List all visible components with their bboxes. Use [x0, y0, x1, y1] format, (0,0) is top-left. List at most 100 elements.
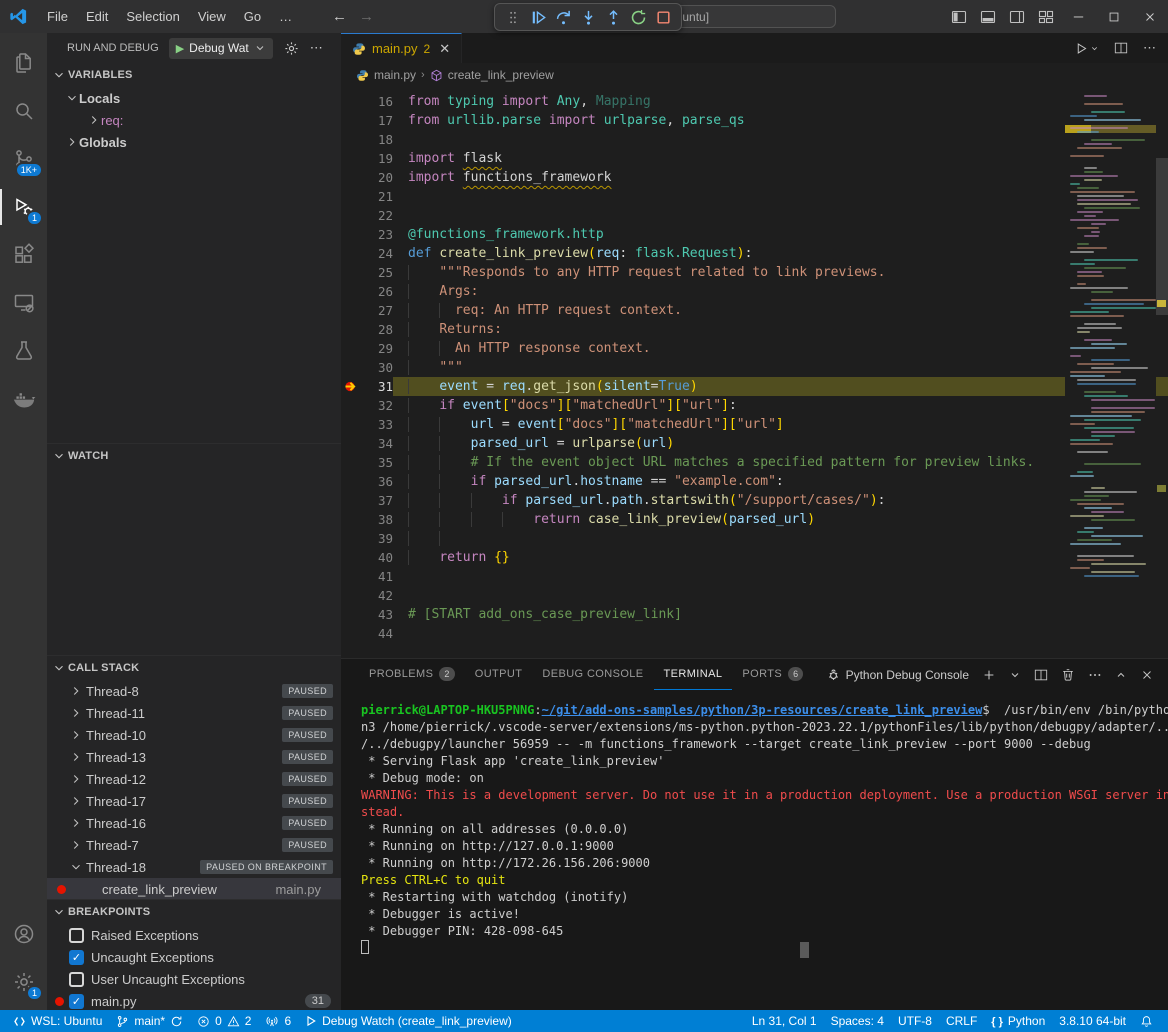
- activity-extensions[interactable]: [0, 231, 47, 279]
- gutter-margin[interactable]: [341, 149, 363, 168]
- gutter-margin[interactable]: [341, 168, 363, 187]
- gutter-margin[interactable]: [341, 605, 363, 624]
- line-number[interactable]: 30: [363, 358, 393, 377]
- line-number[interactable]: 31: [363, 377, 393, 396]
- breakpoint-row[interactable]: ✓main.py31: [47, 990, 341, 1010]
- gutter-margin[interactable]: [341, 548, 363, 567]
- split-icon[interactable]: [1034, 668, 1048, 682]
- editor-scrollbar[interactable]: [1156, 87, 1168, 658]
- step-over-icon[interactable]: [552, 6, 574, 28]
- variables-section-header[interactable]: VARIABLES: [47, 63, 341, 87]
- line-number[interactable]: 28: [363, 320, 393, 339]
- code-line[interactable]: 26 Args:: [341, 282, 1168, 301]
- thread-row[interactable]: Thread-17PAUSED: [47, 790, 341, 812]
- panel-left-toggle-icon[interactable]: [944, 0, 973, 33]
- line-number[interactable]: 25: [363, 263, 393, 282]
- minimap[interactable]: [1065, 87, 1156, 658]
- code-line[interactable]: 16from typing import Any, Mapping: [341, 92, 1168, 111]
- code-line[interactable]: 21: [341, 187, 1168, 206]
- panel-bottom-toggle-icon[interactable]: [973, 0, 1002, 33]
- minimize-window-icon[interactable]: [1060, 0, 1096, 33]
- code-line[interactable]: 25 """Responds to any HTTP request relat…: [341, 263, 1168, 282]
- breakpoints-section-header[interactable]: BREAKPOINTS: [47, 900, 341, 924]
- thread-row[interactable]: Thread-18PAUSED ON BREAKPOINT: [47, 856, 341, 878]
- watch-section-header[interactable]: WATCH: [47, 444, 341, 468]
- gutter-margin[interactable]: [341, 472, 363, 491]
- close-icon[interactable]: [1140, 668, 1154, 682]
- code-line[interactable]: 29 An HTTP response context.: [341, 339, 1168, 358]
- line-number[interactable]: 19: [363, 149, 393, 168]
- gutter-margin[interactable]: [341, 320, 363, 339]
- code-line[interactable]: 22: [341, 206, 1168, 225]
- code-line[interactable]: 28 Returns:: [341, 320, 1168, 339]
- layout-toggle-icon[interactable]: [1031, 0, 1060, 33]
- split-editor-icon[interactable]: [1114, 41, 1128, 55]
- line-number[interactable]: 41: [363, 567, 393, 586]
- chevron-up-icon[interactable]: [1115, 669, 1127, 681]
- code-line[interactable]: 32 if event["docs"]["matchedUrl"]["url"]…: [341, 396, 1168, 415]
- gutter-margin[interactable]: [341, 358, 363, 377]
- status-item-braces[interactable]: { }Python: [984, 1010, 1052, 1032]
- thread-row[interactable]: Thread-11PAUSED: [47, 702, 341, 724]
- gutter-margin[interactable]: [341, 92, 363, 111]
- chevron-down-icon[interactable]: [1009, 669, 1021, 681]
- gutter-margin[interactable]: [341, 263, 363, 282]
- more-icon[interactable]: [1088, 668, 1102, 682]
- variables-row[interactable]: req:: [47, 109, 341, 131]
- menu-more[interactable]: …: [270, 0, 301, 33]
- thread-row[interactable]: Thread-10PAUSED: [47, 724, 341, 746]
- gutter-margin[interactable]: [341, 339, 363, 358]
- status-item-bell[interactable]: [1133, 1010, 1160, 1032]
- activity-search[interactable]: [0, 87, 47, 135]
- line-number[interactable]: 32: [363, 396, 393, 415]
- gear-icon[interactable]: [284, 41, 299, 56]
- line-number[interactable]: 40: [363, 548, 393, 567]
- gutter-margin[interactable]: [341, 529, 363, 548]
- breakpoint-row[interactable]: Raised Exceptions: [47, 924, 341, 946]
- code-line[interactable]: 31 event = req.get_json(silent=True): [341, 377, 1168, 396]
- breakpoint-row[interactable]: ✓Uncaught Exceptions: [47, 946, 341, 968]
- activity-settings[interactable]: 1: [0, 958, 47, 1006]
- code-line[interactable]: 40 return {}: [341, 548, 1168, 567]
- line-number[interactable]: 20: [363, 168, 393, 187]
- status-item[interactable]: 3.8.10 64-bit: [1052, 1010, 1133, 1032]
- line-number[interactable]: 23: [363, 225, 393, 244]
- terminal-session[interactable]: Python Debug Console: [826, 667, 969, 682]
- close-window-icon[interactable]: [1132, 0, 1168, 33]
- add-icon[interactable]: [982, 668, 996, 682]
- activity-remote-explorer[interactable]: [0, 279, 47, 327]
- gutter-margin[interactable]: [341, 415, 363, 434]
- breakpoint-checkbox[interactable]: ✓: [69, 950, 84, 965]
- breakpoint-checkbox[interactable]: [69, 972, 84, 987]
- thread-row[interactable]: Thread-7PAUSED: [47, 834, 341, 856]
- start-debug-icon[interactable]: ▶: [176, 42, 184, 55]
- activity-explorer[interactable]: [0, 39, 47, 87]
- line-number[interactable]: 44: [363, 624, 393, 643]
- code-line[interactable]: 17from urllib.parse import urlparse, par…: [341, 111, 1168, 130]
- breadcrumb-symbol[interactable]: create_link_preview: [448, 68, 554, 82]
- code-line[interactable]: 35 # If the event object URL matches a s…: [341, 453, 1168, 472]
- step-into-icon[interactable]: [577, 6, 599, 28]
- code-line[interactable]: 39: [341, 529, 1168, 548]
- tab-main-py[interactable]: main.py 2 ✕: [341, 33, 462, 63]
- menu-edit[interactable]: Edit: [77, 0, 117, 33]
- thread-row[interactable]: Thread-16PAUSED: [47, 812, 341, 834]
- step-out-icon[interactable]: [602, 6, 624, 28]
- line-number[interactable]: 22: [363, 206, 393, 225]
- code-line[interactable]: 24def create_link_preview(req: flask.Req…: [341, 244, 1168, 263]
- line-number[interactable]: 39: [363, 529, 393, 548]
- line-number[interactable]: 38: [363, 510, 393, 529]
- status-item-debug-alt[interactable]: Debug Watch (create_link_preview): [298, 1010, 519, 1032]
- status-item[interactable]: UTF-8: [891, 1010, 939, 1032]
- gutter-margin[interactable]: [341, 225, 363, 244]
- code-line[interactable]: 41: [341, 567, 1168, 586]
- gutter-margin[interactable]: [341, 510, 363, 529]
- status-item-broadcast[interactable]: 6: [258, 1010, 298, 1032]
- line-number[interactable]: 37: [363, 491, 393, 510]
- line-number[interactable]: 21: [363, 187, 393, 206]
- restart-icon[interactable]: [627, 6, 649, 28]
- gutter-margin[interactable]: [341, 130, 363, 149]
- more-actions-icon[interactable]: ⋯: [1143, 40, 1156, 56]
- more-actions-icon[interactable]: ⋯: [310, 40, 323, 56]
- code-line[interactable]: 27 req: An HTTP request context.: [341, 301, 1168, 320]
